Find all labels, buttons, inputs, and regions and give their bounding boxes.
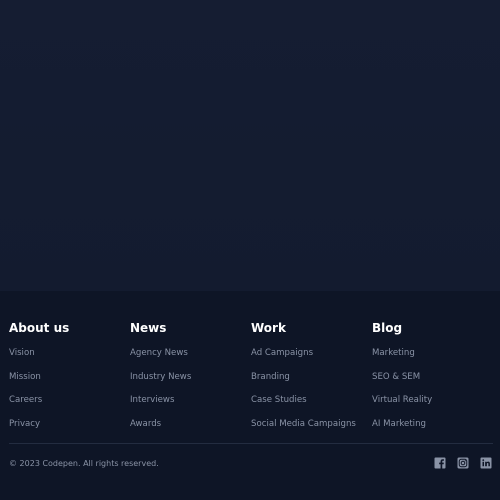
- footer-link-ai-marketing[interactable]: AI Marketing: [372, 417, 493, 441]
- footer-heading-news: News: [130, 321, 167, 335]
- linkedin-icon[interactable]: [480, 457, 492, 469]
- footer-link-case-studies[interactable]: Case Studies: [251, 393, 372, 417]
- footer-link-mission[interactable]: Mission: [9, 370, 130, 394]
- footer-heading-work: Work: [251, 321, 286, 335]
- footer-link-careers[interactable]: Careers: [9, 393, 130, 417]
- footer-heading-blog: Blog: [372, 321, 403, 335]
- footer-column-blog: Blog Marketing SEO & SEM Virtual Reality…: [372, 320, 493, 440]
- footer-link-awards[interactable]: Awards: [130, 417, 251, 441]
- footer-link-interviews[interactable]: Interviews: [130, 393, 251, 417]
- copyright-text: © 2023 Codepen. All rights reserved.: [9, 459, 159, 468]
- footer-link-privacy[interactable]: Privacy: [9, 417, 130, 441]
- footer-columns: About us Vision Mission Careers Privacy …: [9, 320, 495, 440]
- site-footer: About us Vision Mission Careers Privacy …: [0, 291, 500, 500]
- social-links: [434, 457, 492, 469]
- footer-column-work: Work Ad Campaigns Branding Case Studies …: [251, 320, 372, 440]
- footer-link-ad-campaigns[interactable]: Ad Campaigns: [251, 346, 372, 370]
- footer-links-about: Vision Mission Careers Privacy: [9, 346, 130, 440]
- footer-link-agency-news[interactable]: Agency News: [130, 346, 251, 370]
- footer-links-blog: Marketing SEO & SEM Virtual Reality AI M…: [372, 346, 493, 440]
- footer-heading-about: About us: [9, 321, 70, 335]
- footer-divider: [9, 443, 493, 444]
- footer-column-about: About us Vision Mission Careers Privacy: [9, 320, 130, 440]
- footer-link-vision[interactable]: Vision: [9, 346, 130, 370]
- footer-link-marketing[interactable]: Marketing: [372, 346, 493, 370]
- footer-link-seo-sem[interactable]: SEO & SEM: [372, 370, 493, 394]
- footer-link-industry-news[interactable]: Industry News: [130, 370, 251, 394]
- footer-link-branding[interactable]: Branding: [251, 370, 372, 394]
- facebook-icon[interactable]: [434, 457, 446, 469]
- footer-link-social-media-campaigns[interactable]: Social Media Campaigns: [251, 417, 372, 441]
- footer-link-virtual-reality[interactable]: Virtual Reality: [372, 393, 493, 417]
- instagram-icon[interactable]: [457, 457, 469, 469]
- footer-column-news: News Agency News Industry News Interview…: [130, 320, 251, 440]
- hero-section: [0, 0, 500, 291]
- footer-links-work: Ad Campaigns Branding Case Studies Socia…: [251, 346, 372, 440]
- footer-links-news: Agency News Industry News Interviews Awa…: [130, 346, 251, 440]
